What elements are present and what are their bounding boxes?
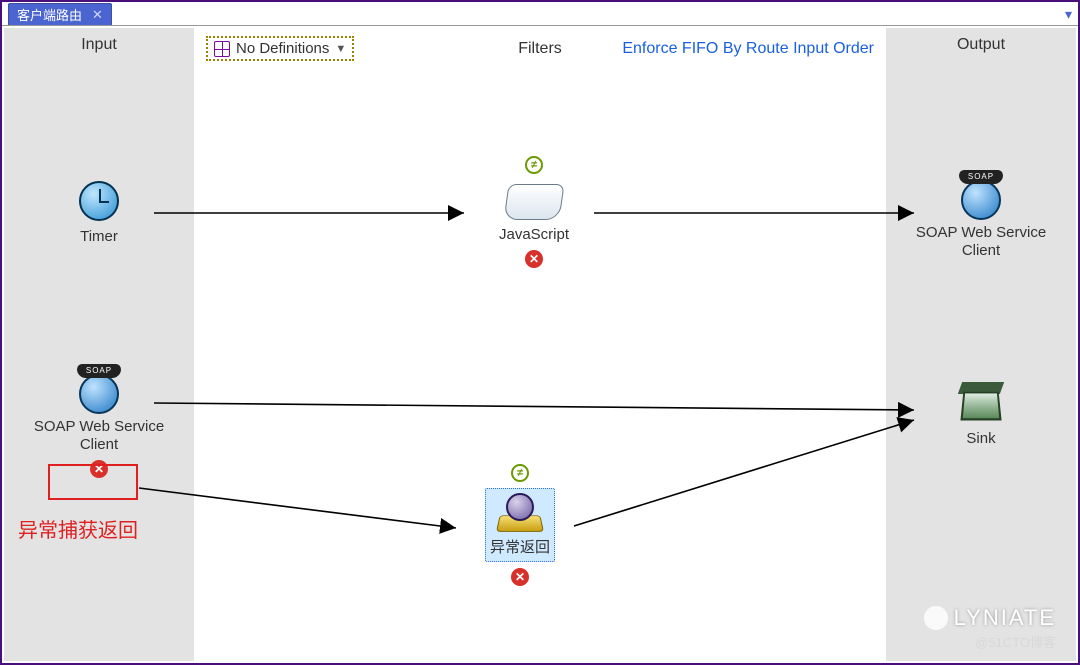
node-exception-return[interactable]: ≠ 异常返回 ✕ <box>450 464 590 586</box>
definitions-label: No Definitions <box>236 40 329 57</box>
grid-icon <box>214 41 230 57</box>
brand-dot-icon <box>924 606 948 630</box>
workspace: Input Timer SOAP SOAP Web Service Client… <box>4 28 1076 661</box>
not-equal-badge-icon: ≠ <box>511 464 529 482</box>
error-badge-icon: ✕ <box>511 568 529 586</box>
node-label: 异常返回 <box>490 539 550 557</box>
filters-column: No Definitions ▼ Filters Enforce FIFO By… <box>194 28 886 661</box>
tab-client-route[interactable]: 客户端路由 ✕ <box>8 3 112 25</box>
filters-header: Filters <box>518 40 562 58</box>
exception-callout-label: 异常捕获返回 <box>18 514 138 543</box>
tab-bar: 客户端路由 ✕ ▾ <box>2 2 1078 26</box>
node-javascript[interactable]: ≠ JavaScript ✕ <box>464 156 604 268</box>
node-label: JavaScript <box>464 226 604 244</box>
output-header: Output <box>886 28 1076 62</box>
not-equal-badge-icon: ≠ <box>525 156 543 174</box>
node-timer[interactable]: Timer <box>29 178 169 246</box>
exception-highlight-box <box>48 464 138 500</box>
app-frame: 客户端路由 ✕ ▾ Input Timer SOAP SOAP Web Serv… <box>0 0 1080 665</box>
node-label: Timer <box>29 228 169 246</box>
node-label: SOAP Web Service Client <box>911 224 1051 260</box>
gear-icon <box>496 493 544 535</box>
sink-icon <box>958 380 1004 426</box>
watermark-brand: LYNIATE <box>924 605 1056 631</box>
node-label: SOAP Web Service Client <box>29 418 169 454</box>
soap-icon: SOAP <box>955 174 1007 220</box>
center-header: No Definitions ▼ Filters Enforce FIFO By… <box>194 36 886 61</box>
error-badge-icon: ✕ <box>525 250 543 268</box>
timer-icon <box>76 178 122 224</box>
soap-icon: SOAP <box>73 368 125 414</box>
node-soap-output[interactable]: SOAP SOAP Web Service Client <box>911 174 1051 260</box>
input-header: Input <box>4 28 194 62</box>
enforce-fifo-link[interactable]: Enforce FIFO By Route Input Order <box>622 40 874 58</box>
watermark-sub: @51CTO博客 <box>975 632 1056 651</box>
definitions-dropdown[interactable]: No Definitions ▼ <box>206 36 354 61</box>
javascript-icon <box>504 180 564 222</box>
tab-title: 客户端路由 <box>17 5 82 24</box>
node-sink[interactable]: Sink <box>911 380 1051 448</box>
node-label: Sink <box>911 430 1051 448</box>
chevron-down-icon: ▼ <box>335 43 346 55</box>
node-soap-input[interactable]: SOAP SOAP Web Service Client ✕ <box>29 368 169 478</box>
tab-menu-icon[interactable]: ▾ <box>1065 6 1072 23</box>
input-column: Input Timer SOAP SOAP Web Service Client… <box>4 28 194 661</box>
output-column: Output SOAP SOAP Web Service Client Sink <box>886 28 1076 661</box>
close-icon[interactable]: ✕ <box>92 7 103 23</box>
selected-node-highlight: 异常返回 <box>485 488 555 562</box>
